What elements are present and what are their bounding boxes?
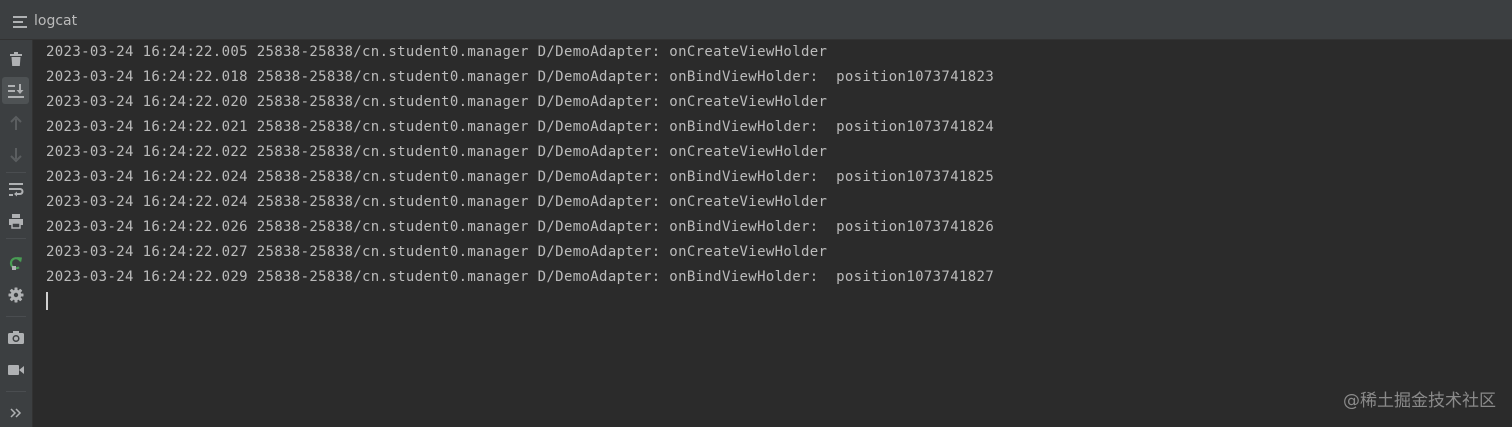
log-line: 2023-03-24 16:24:22.026 25838-25838/cn.s… (46, 219, 995, 235)
scroll-to-end-button[interactable] (2, 77, 29, 104)
log-line: 2023-03-24 16:24:22.005 25838-25838/cn.s… (46, 44, 828, 60)
trash-icon (8, 51, 24, 67)
print-button[interactable] (2, 207, 29, 234)
menu-lines-icon (13, 15, 27, 28)
restart-logcat-button[interactable] (2, 249, 29, 276)
log-line: 2023-03-24 16:24:22.024 25838-25838/cn.s… (46, 194, 828, 210)
log-line: 2023-03-24 16:24:22.022 25838-25838/cn.s… (46, 144, 828, 160)
log-line: 2023-03-24 16:24:22.024 25838-25838/cn.s… (46, 169, 995, 185)
log-line: 2023-03-24 16:24:22.018 25838-25838/cn.s… (46, 69, 995, 85)
soft-wraps-button[interactable] (2, 175, 29, 202)
toolbar-divider (6, 316, 26, 317)
arrow-up-icon (9, 115, 23, 131)
settings-button[interactable] (2, 281, 29, 308)
up-stack-trace-button[interactable] (2, 109, 29, 136)
video-camera-icon (7, 362, 25, 378)
gear-icon (8, 287, 24, 303)
soft-wrap-icon (8, 181, 24, 197)
logcat-output[interactable]: 2023-03-24 16:24:22.005 25838-25838/cn.s… (33, 40, 1512, 427)
log-line: 2023-03-24 16:24:22.020 25838-25838/cn.s… (46, 94, 828, 110)
log-line: 2023-03-24 16:24:22.021 25838-25838/cn.s… (46, 119, 995, 135)
log-line: 2023-03-24 16:24:22.027 25838-25838/cn.s… (46, 244, 828, 260)
toolbar-divider (6, 172, 26, 173)
clear-logcat-button[interactable] (2, 45, 29, 72)
arrow-down-icon (9, 147, 23, 163)
log-line: 2023-03-24 16:24:22.029 25838-25838/cn.s… (46, 269, 995, 285)
logcat-toolbar (0, 40, 33, 427)
printer-icon (8, 213, 24, 229)
camera-icon (7, 329, 25, 345)
screen-record-button[interactable] (2, 356, 29, 383)
logcat-header: logcat (0, 0, 1512, 40)
double-chevron-right-icon (9, 407, 22, 418)
down-stack-trace-button[interactable] (2, 141, 29, 168)
restart-icon (8, 255, 24, 271)
toolbar-divider (6, 391, 26, 392)
more-tools-button[interactable] (2, 399, 29, 426)
toolbar-divider (6, 238, 26, 239)
text-caret (46, 292, 48, 310)
scroll-to-end-icon (7, 83, 25, 99)
watermark: @稀土掘金技术社区 (1343, 391, 1496, 411)
panel-title: logcat (34, 13, 78, 29)
logcat-window: logcat 2023-03-24 16:24:22.005 25838-258… (0, 0, 1512, 427)
screen-capture-button[interactable] (2, 323, 29, 350)
